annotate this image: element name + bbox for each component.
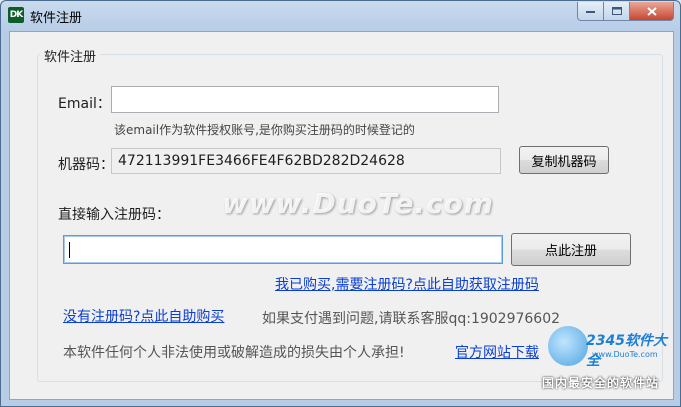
register-button[interactable]: 点此注册 — [511, 233, 631, 266]
maximize-button[interactable] — [604, 2, 630, 21]
email-field[interactable] — [111, 86, 499, 113]
official-site-link[interactable]: 官方网站下载 — [455, 342, 539, 362]
registration-window: DK 软件注册 软件注册 Email： 该email作为软件授权账号,是你购买注… — [0, 0, 681, 407]
site-watermark: www.DuoTe.com — [222, 187, 494, 220]
group-title: 软件注册 — [40, 46, 101, 65]
window-controls — [577, 2, 674, 21]
title-bar[interactable]: DK 软件注册 — [1, 1, 680, 31]
registration-code-input[interactable] — [63, 235, 503, 264]
site-logo-stamp: 2345软件大全 www.DuoTe.com 国内最安全的软件站 — [538, 322, 678, 392]
minimize-icon — [586, 11, 595, 13]
get-regcode-link[interactable]: 我已购买,需要注册码?点此自助获取注册码 — [275, 274, 539, 294]
text-cursor — [69, 242, 70, 258]
email-hint: 该email作为软件授权账号,是你购买注册码的时候登记的 — [114, 123, 415, 137]
minimize-button[interactable] — [577, 2, 604, 21]
support-contact-text: 如果支付遇到问题,请联系客服qq:1902976602 — [262, 311, 561, 327]
disclaimer-text: 本软件任何个人非法使用或破解造成的损失由个人承担! — [63, 345, 405, 361]
close-button[interactable] — [630, 2, 674, 21]
mascot-icon — [548, 326, 588, 366]
regcode-label: 直接输入注册码： — [58, 207, 170, 223]
maximize-icon — [611, 7, 622, 15]
app-icon: DK — [8, 7, 24, 23]
window-title: 软件注册 — [30, 11, 83, 26]
email-label: Email： — [58, 96, 111, 112]
machine-code-field[interactable]: 472113991FE3466FE4F62BD282D24628 — [111, 148, 501, 174]
copy-machine-code-button[interactable]: 复制机器码 — [519, 146, 609, 174]
close-icon — [646, 6, 657, 16]
machine-code-label: 机器码： — [58, 157, 114, 173]
stamp-tagline: 国内最安全的软件站 — [542, 376, 660, 390]
buy-link[interactable]: 没有注册码?点此自助购买 — [63, 306, 224, 326]
stamp-url: www.DuoTe.com — [592, 350, 658, 359]
